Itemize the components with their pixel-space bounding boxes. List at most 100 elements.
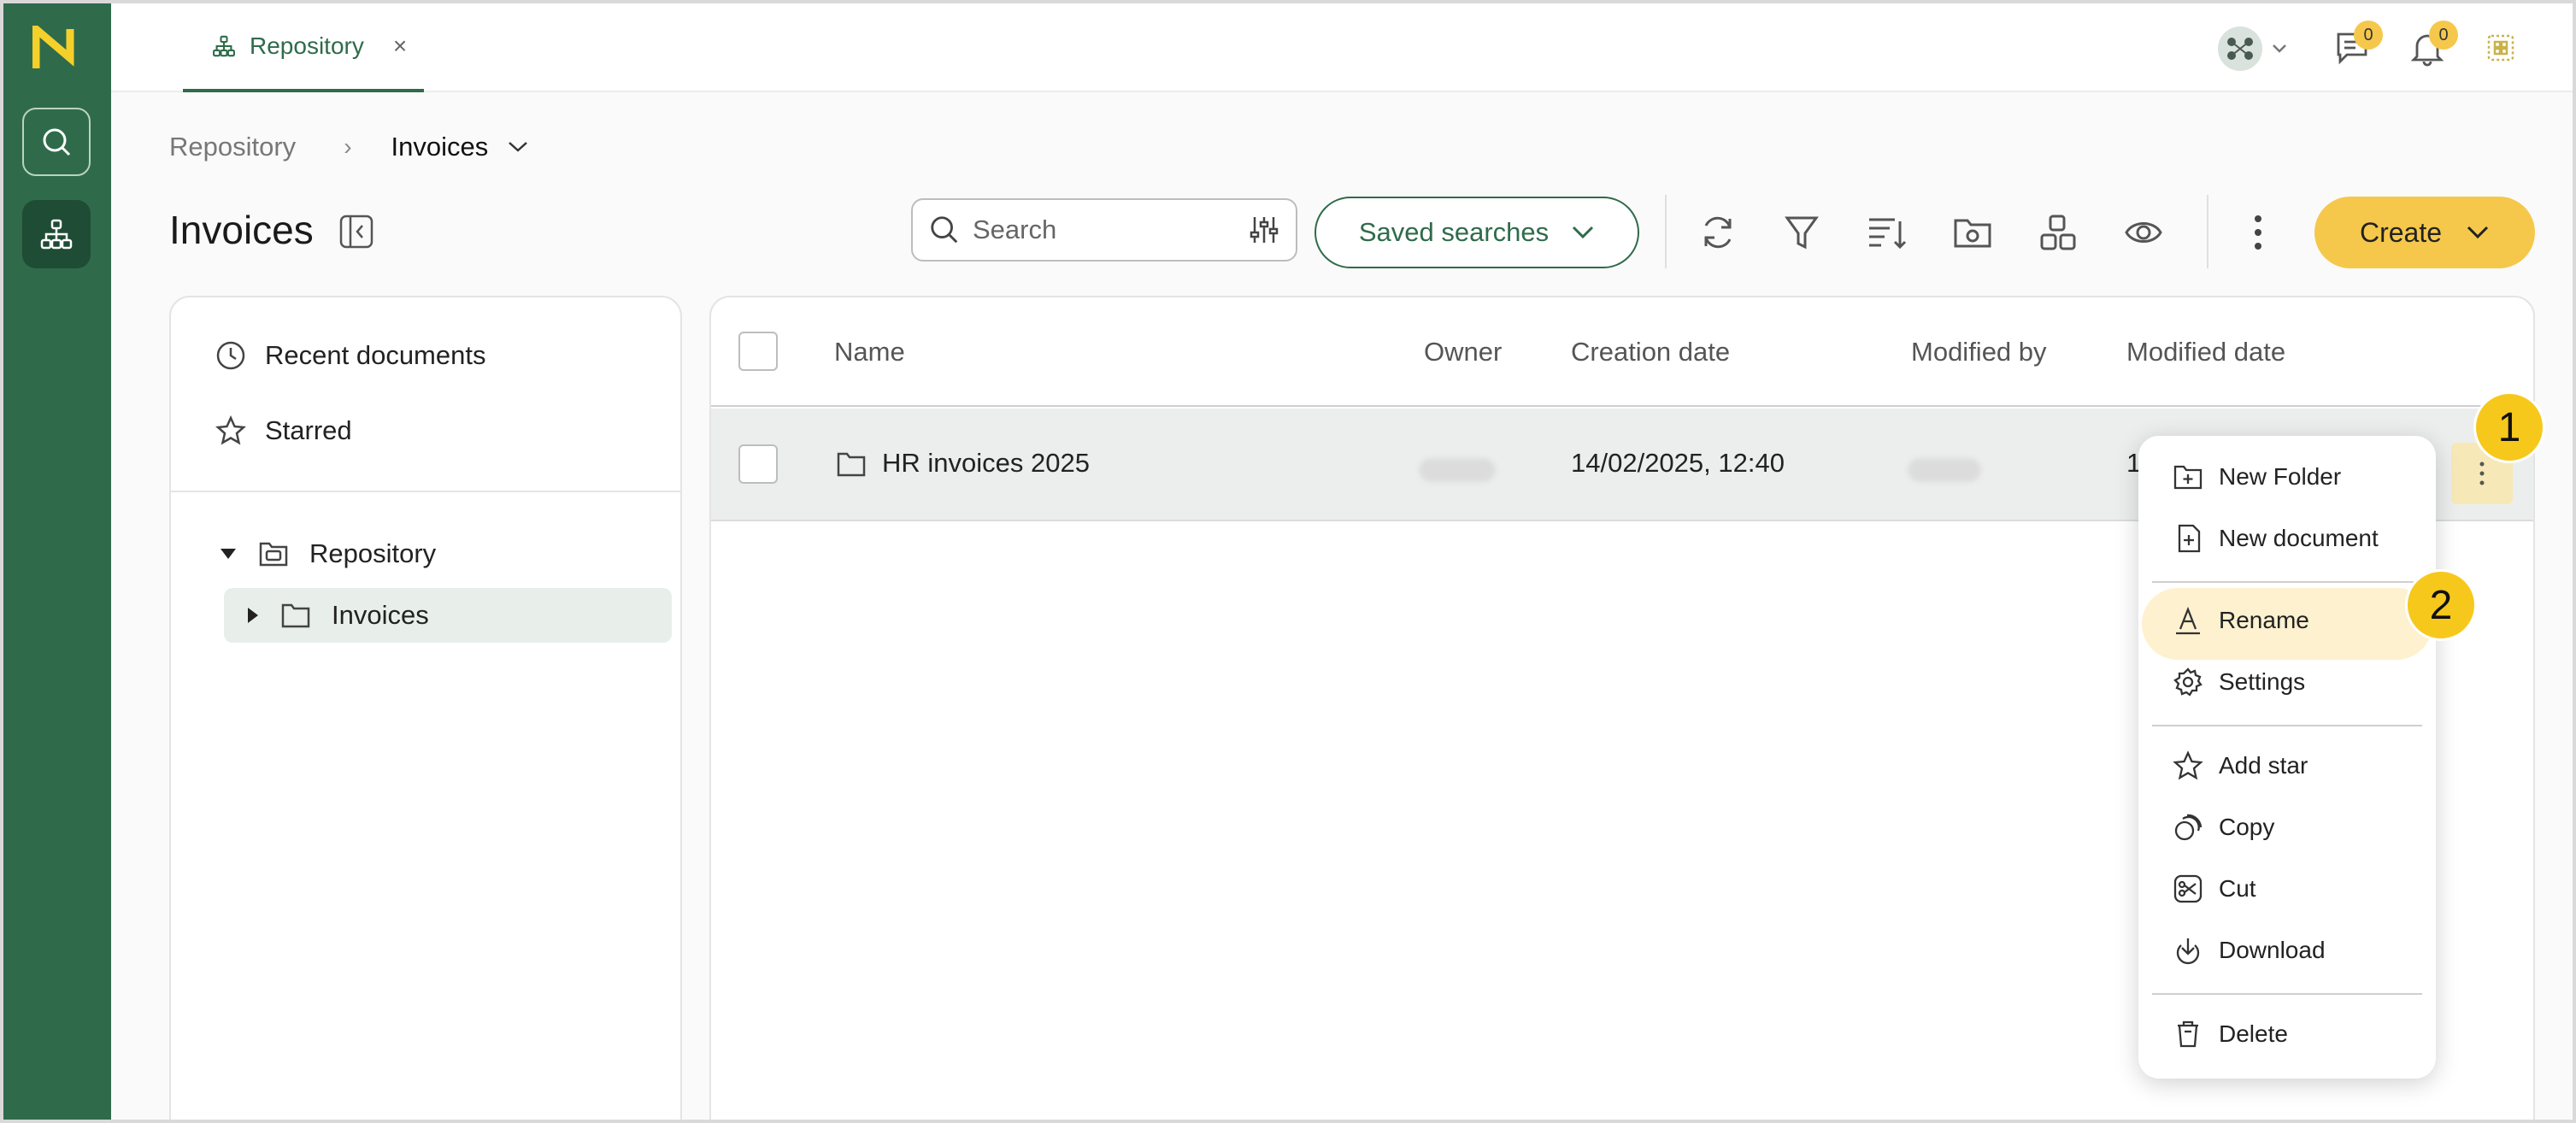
sort-icon — [1866, 213, 1908, 252]
star-icon — [2173, 750, 2203, 781]
menu-item-label: Settings — [2219, 668, 2306, 695]
create-button[interactable]: Create — [2314, 197, 2535, 268]
folder-plus-icon — [2173, 462, 2203, 492]
menu-item-cut[interactable]: Cut — [2173, 873, 2256, 904]
more-actions-button[interactable] — [2236, 210, 2280, 255]
rail-repository-button[interactable] — [22, 200, 91, 268]
breadcrumb-separator: › — [344, 133, 352, 160]
share-folder-button[interactable] — [1950, 210, 1995, 255]
clock-icon — [215, 340, 246, 371]
avatar — [2217, 26, 2263, 72]
sidebar-item-recent[interactable]: Recent documents — [215, 340, 485, 371]
app-logo-icon — [32, 26, 80, 72]
trash-icon — [2173, 1019, 2203, 1050]
column-header-name[interactable]: Name — [834, 337, 905, 367]
row-checkbox[interactable] — [738, 444, 778, 484]
menu-divider — [2152, 725, 2422, 726]
saved-searches-label: Saved searches — [1358, 217, 1550, 247]
chevron-down-icon — [2466, 225, 2490, 240]
sidebar-divider — [171, 491, 680, 492]
top-bar: Repository × 0 0 — [111, 3, 2573, 92]
select-all-checkbox[interactable] — [738, 332, 778, 371]
menu-item-copy[interactable]: Copy — [2173, 812, 2274, 843]
sort-button[interactable] — [1865, 210, 1909, 255]
download-icon — [2173, 935, 2203, 966]
refresh-button[interactable] — [1696, 210, 1740, 255]
kebab-icon — [2253, 214, 2263, 251]
menu-item-rename[interactable]: Rename — [2173, 605, 2309, 636]
left-rail — [3, 3, 111, 1120]
search-icon — [928, 214, 961, 246]
caret-right-icon[interactable] — [246, 606, 260, 625]
filter-button[interactable] — [1779, 210, 1824, 255]
sidebar: Recent documents Starred Repository Invo… — [169, 296, 682, 1120]
menu-divider — [2152, 993, 2422, 995]
menu-item-label: Cut — [2219, 875, 2256, 902]
search-input[interactable] — [973, 215, 1229, 245]
toolbar-divider — [1665, 195, 1667, 268]
folder-icon — [836, 450, 867, 479]
document-plus-icon — [2173, 523, 2203, 554]
saved-searches-button[interactable]: Saved searches — [1314, 197, 1639, 268]
menu-item-label: Copy — [2219, 814, 2275, 840]
funnel-icon — [1782, 213, 1821, 252]
rail-search-button[interactable] — [22, 108, 91, 176]
tree-item-invoices-content[interactable]: Invoices — [246, 600, 429, 631]
column-header-owner[interactable]: Owner — [1424, 337, 1502, 367]
refresh-icon — [1697, 212, 1738, 253]
menu-item-add-star[interactable]: Add star — [2173, 750, 2308, 781]
workspace-switcher[interactable] — [2217, 26, 2287, 72]
menu-item-label: Download — [2219, 937, 2326, 963]
app-window: Repository × 0 0 Repository › Invoices I… — [0, 0, 2576, 1123]
messages-count-badge: 0 — [2354, 21, 2383, 50]
sidebar-item-label: Recent documents — [265, 340, 486, 370]
sitemap-icon — [39, 217, 74, 251]
menu-item-label: Rename — [2219, 607, 2309, 633]
tab-close-icon[interactable]: × — [393, 32, 407, 60]
grid-chip-icon — [2484, 31, 2518, 65]
tree-item-repository[interactable]: Repository — [219, 538, 436, 569]
preview-button[interactable] — [2121, 210, 2166, 255]
layout-button[interactable] — [2036, 210, 2080, 255]
messages-button[interactable]: 0 — [2333, 21, 2383, 67]
column-header-modified-by[interactable]: Modified by — [1911, 337, 2047, 367]
column-header-modified-date[interactable]: Modified date — [2126, 337, 2285, 367]
notifications-count-badge: 0 — [2429, 21, 2458, 50]
folder-icon — [280, 601, 311, 630]
kebab-icon — [2479, 461, 2485, 486]
copy-icon — [2173, 812, 2203, 843]
row-modified-by-redacted — [1908, 458, 1981, 482]
sidebar-item-label: Starred — [265, 415, 352, 445]
menu-item-download[interactable]: Download — [2173, 935, 2326, 966]
page-title: Invoices — [169, 208, 314, 252]
caret-down-icon[interactable] — [219, 547, 238, 561]
apps-button[interactable] — [2484, 31, 2518, 65]
star-icon — [215, 415, 246, 446]
column-header-creation-date[interactable]: Creation date — [1571, 337, 1730, 367]
menu-item-label: Add star — [2219, 752, 2308, 779]
chevron-down-icon[interactable] — [507, 140, 529, 154]
menu-item-new-document[interactable]: New document — [2173, 523, 2379, 554]
menu-divider — [2152, 581, 2422, 583]
menu-item-settings[interactable]: Settings — [2173, 667, 2305, 697]
chevron-down-icon — [2272, 44, 2287, 54]
notifications-button[interactable]: 0 — [2408, 21, 2458, 67]
tab-repository[interactable]: Repository × — [183, 3, 424, 92]
breadcrumb-current[interactable]: Invoices — [391, 132, 489, 162]
collapse-sidebar-icon[interactable] — [338, 214, 374, 250]
toolbar-divider — [2207, 195, 2208, 268]
sidebar-item-starred[interactable]: Starred — [215, 415, 352, 446]
search-field[interactable] — [911, 198, 1297, 262]
tree-item-label: Repository — [309, 538, 437, 568]
breadcrumb-root-link[interactable]: Repository — [169, 132, 296, 162]
gear-icon — [2173, 667, 2203, 697]
context-menu: New Folder New document Rename Settings — [2138, 436, 2436, 1079]
menu-item-delete[interactable]: Delete — [2173, 1019, 2288, 1050]
create-label: Create — [2359, 216, 2443, 248]
filter-sliders-icon[interactable] — [1248, 214, 1280, 246]
row-name[interactable]: HR invoices 2025 — [882, 448, 1090, 479]
menu-item-label: New Folder — [2219, 463, 2342, 490]
scissors-icon — [2173, 873, 2203, 904]
menu-item-new-folder[interactable]: New Folder — [2173, 462, 2341, 492]
folder-link-icon — [1952, 214, 1993, 251]
